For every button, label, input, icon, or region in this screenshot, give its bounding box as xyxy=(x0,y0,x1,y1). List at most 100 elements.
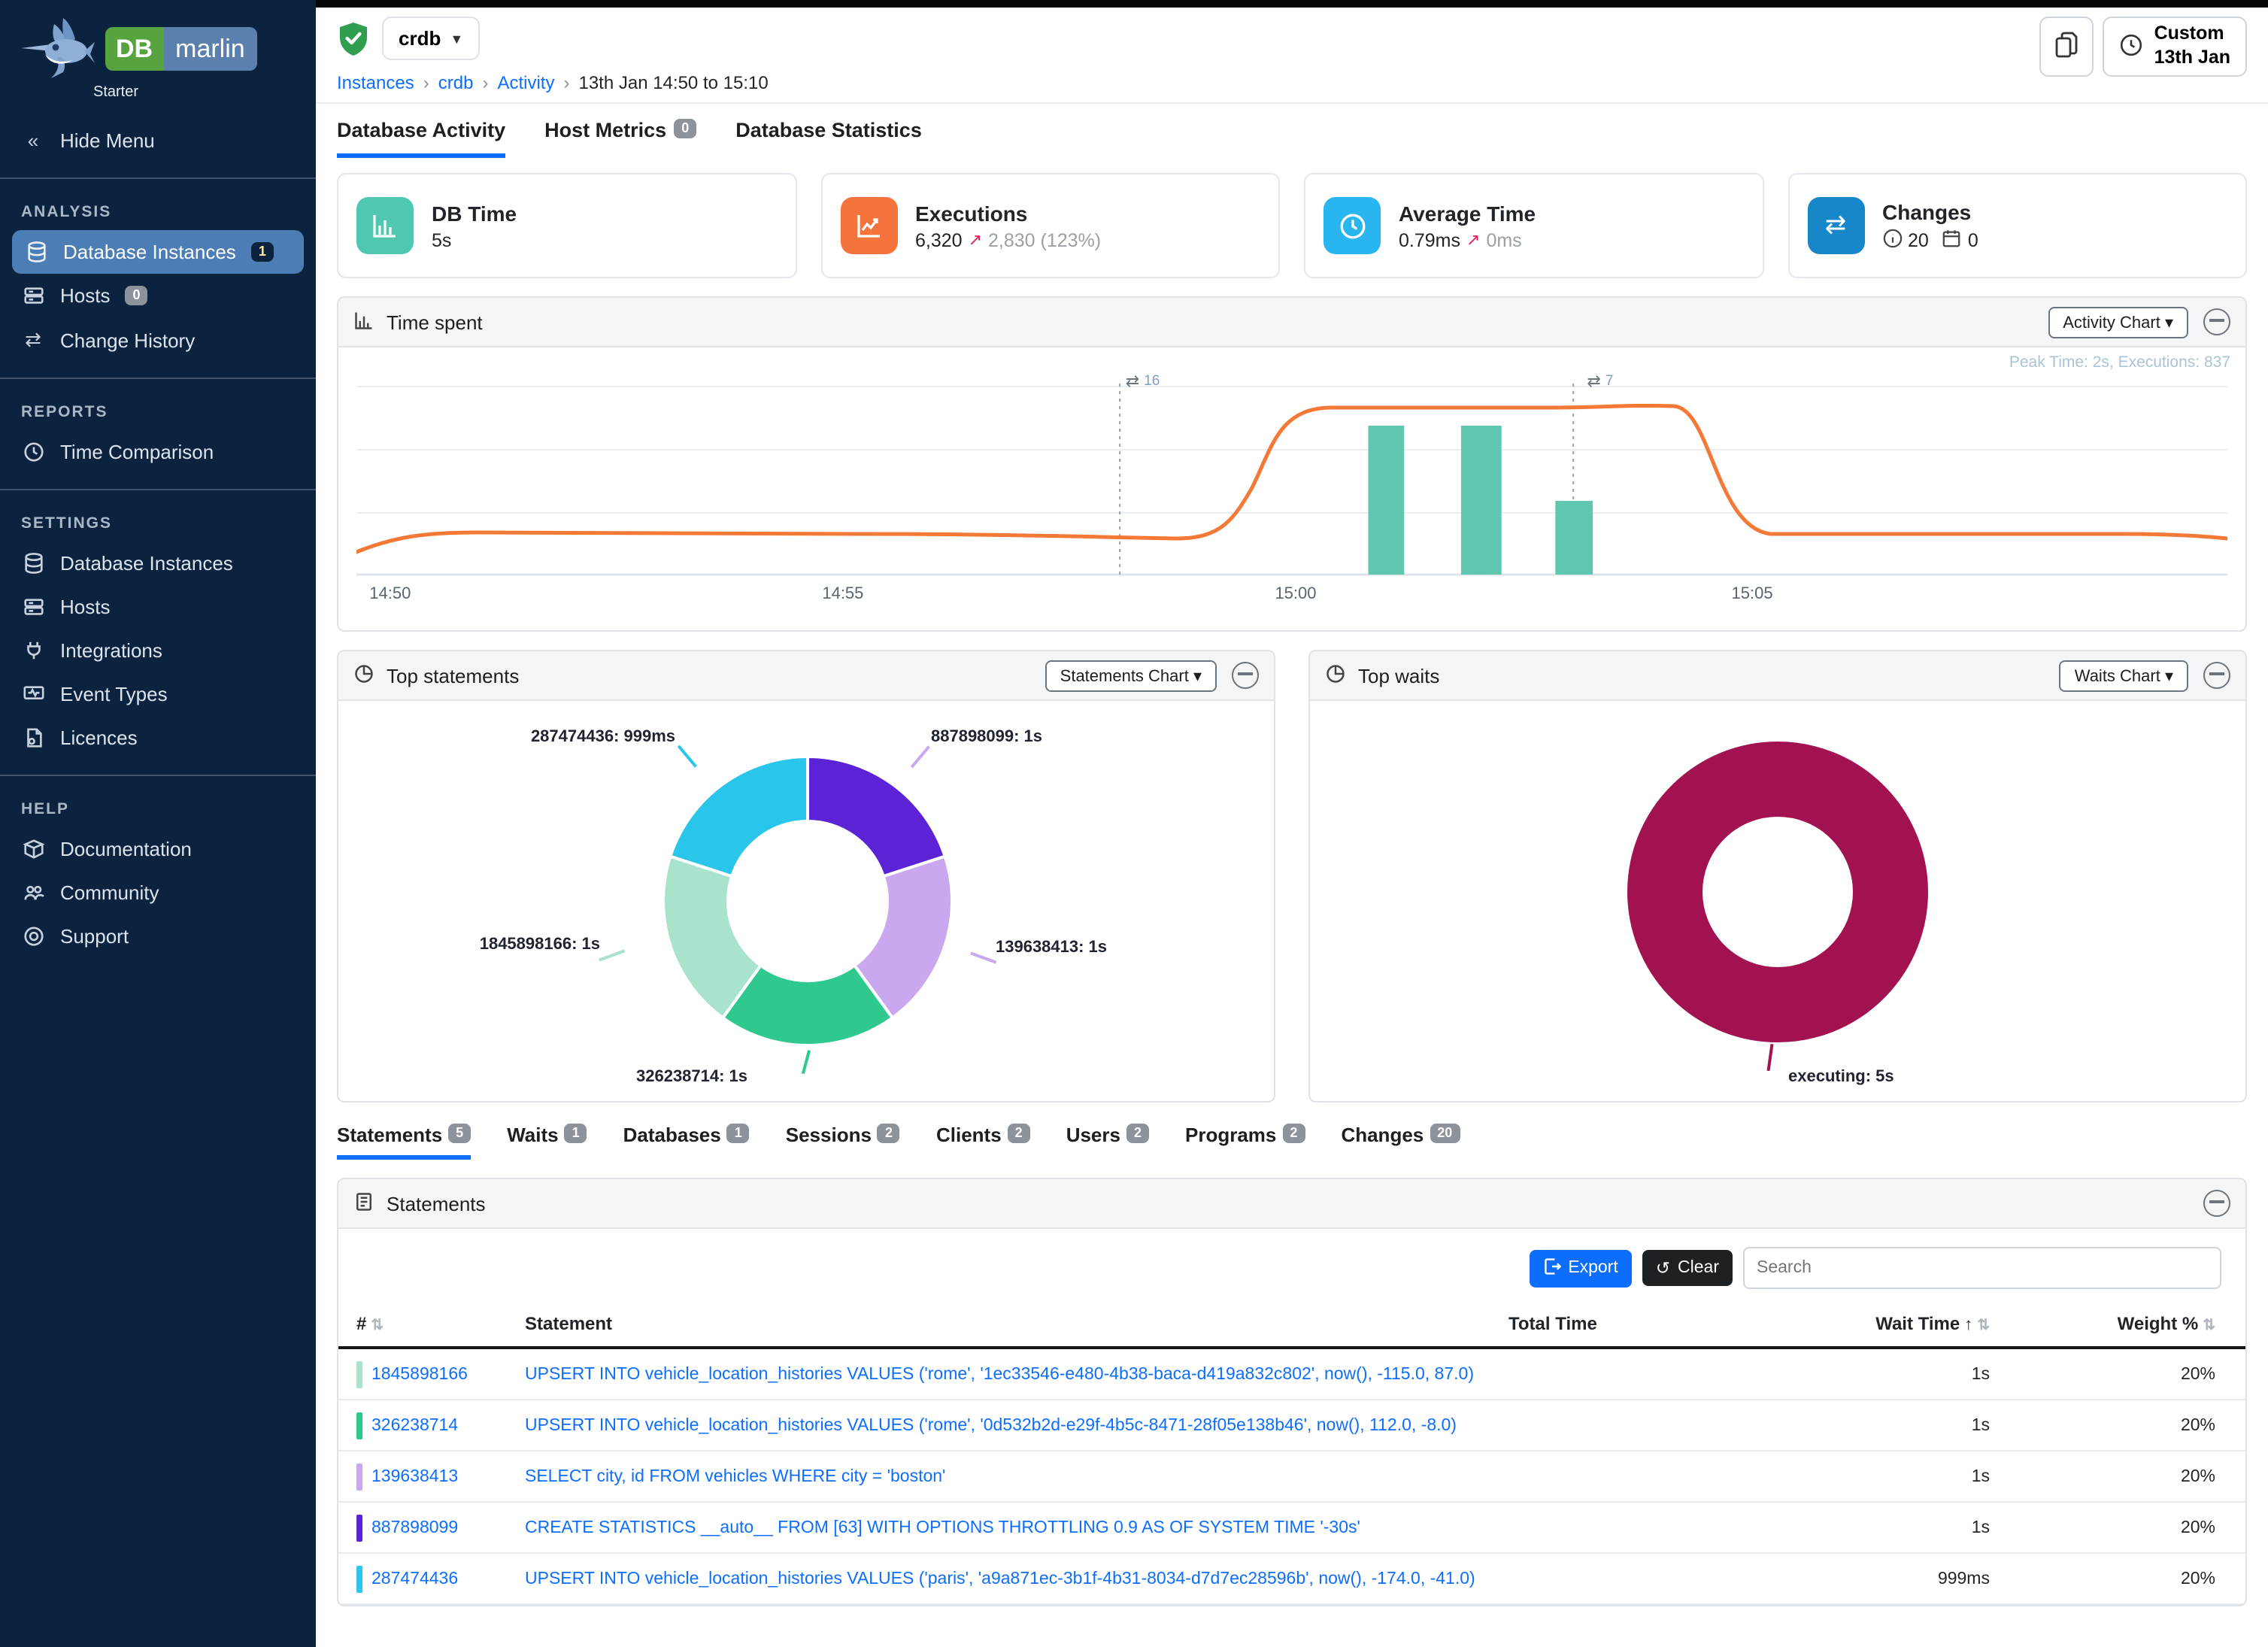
weight-value: 20% xyxy=(1990,1467,2215,1485)
tab-database-statistics[interactable]: Database Statistics xyxy=(735,119,922,158)
time-range-button[interactable]: Custom 13th Jan xyxy=(2103,17,2247,77)
donut-label-287474436: 287474436: 999ms xyxy=(531,728,675,746)
sidebar-item-label: Hosts xyxy=(60,284,110,307)
sidebar-item-change-history[interactable]: ⇄ Change History xyxy=(0,317,316,362)
sidebar-divider xyxy=(0,378,316,379)
col-id[interactable]: #⇅ xyxy=(356,1313,525,1334)
breadcrumb-instances[interactable]: Instances xyxy=(337,72,414,93)
statement-link[interactable]: UPSERT INTO vehicle_location_histories V… xyxy=(525,1416,1481,1434)
tab-databases[interactable]: Databases 1 xyxy=(623,1124,750,1160)
sidebar-divider xyxy=(0,177,316,179)
sidebar-item-time-comparison[interactable]: Time Comparison xyxy=(0,430,316,474)
sidebar-item-documentation[interactable]: Documentation xyxy=(0,827,316,871)
time-range-line2: 13th Jan xyxy=(2154,47,2230,68)
collapse-panel-button[interactable] xyxy=(2203,662,2230,689)
brand-db: DB xyxy=(105,26,163,70)
edition-label: Starter xyxy=(93,84,301,101)
change-marker-2[interactable]: ⇄ 7 xyxy=(1587,372,1613,391)
sidebar-item-integrations[interactable]: Integrations xyxy=(0,629,316,672)
top-waits-donut[interactable] xyxy=(1623,737,1933,1047)
statement-id-link[interactable]: 139638413 xyxy=(371,1467,458,1485)
top-statements-donut[interactable] xyxy=(657,743,958,1059)
time-spent-panel: Time spent Activity Chart ▾ Peak Time: 2… xyxy=(337,296,2247,632)
charts-row: Top statements Statements Chart ▾ xyxy=(337,650,2247,1103)
col-wait-time[interactable]: Wait Time↑⇅ xyxy=(1734,1313,1990,1334)
statement-id-link[interactable]: 326238714 xyxy=(371,1416,458,1434)
tab-clients[interactable]: Clients 2 xyxy=(936,1124,1030,1160)
breadcrumb-crdb[interactable]: crdb xyxy=(438,72,474,93)
sidebar-item-settings-database-instances[interactable]: Database Instances xyxy=(0,541,316,585)
sort-asc-icon: ↑ xyxy=(1964,1316,1972,1334)
search-input[interactable] xyxy=(1743,1247,2221,1289)
sidebar-item-support[interactable]: Support xyxy=(0,914,316,958)
instance-selector[interactable]: crdb ▼ xyxy=(382,17,480,60)
sidebar-item-event-types[interactable]: Event Types xyxy=(0,672,316,716)
export-icon xyxy=(1542,1257,1560,1279)
card-db-time: DB Time 5s xyxy=(337,173,796,278)
sidebar-item-database-instances[interactable]: Database Instances 1 xyxy=(12,230,304,274)
export-button[interactable]: Export xyxy=(1529,1249,1632,1287)
donut-label-1845898166: 1845898166: 1s xyxy=(480,936,600,954)
tab-host-metrics[interactable]: Host Metrics 0 xyxy=(544,119,696,158)
time-spent-svg[interactable] xyxy=(356,369,2227,576)
col-statement[interactable]: Statement xyxy=(525,1313,1508,1334)
col-weight[interactable]: Weight %⇅ xyxy=(1990,1313,2215,1334)
tab-database-activity[interactable]: Database Activity xyxy=(337,119,505,158)
donut-slice-887898099[interactable] xyxy=(808,757,945,876)
sidebar-item-label: Community xyxy=(60,881,159,904)
collapse-panel-button[interactable] xyxy=(2203,1190,2230,1217)
statement-link[interactable]: SELECT city, id FROM vehicles WHERE city… xyxy=(525,1467,1481,1485)
chevron-down-icon: ▼ xyxy=(450,31,463,46)
statement-link[interactable]: CREATE STATISTICS __auto__ FROM [63] WIT… xyxy=(525,1518,1481,1536)
clock-icon xyxy=(21,441,45,463)
change-marker-1[interactable]: ⇄ 16 xyxy=(1126,372,1160,391)
sidebar-item-licences[interactable]: Licences xyxy=(0,716,316,760)
top-waits-chart: executing: 5s xyxy=(1310,701,2245,1101)
tab-statements[interactable]: Statements 5 xyxy=(337,1124,471,1160)
time-spent-chart[interactable]: Peak Time: 2s, Executions: 837 ⇄ 16 xyxy=(338,347,2245,630)
hide-menu-button[interactable]: « Hide Menu xyxy=(0,119,316,162)
clear-button[interactable]: ↺ Clear xyxy=(1642,1250,1733,1286)
sidebar-item-settings-hosts[interactable]: Hosts xyxy=(0,585,316,629)
statement-id-link[interactable]: 887898099 xyxy=(371,1518,458,1536)
breadcrumb-activity[interactable]: Activity xyxy=(497,72,554,93)
card-title: DB Time xyxy=(432,201,517,225)
brand-marlin: marlin xyxy=(163,26,257,70)
statement-link[interactable]: UPSERT INTO vehicle_location_histories V… xyxy=(525,1365,1481,1383)
collapse-panel-button[interactable] xyxy=(2203,308,2230,335)
tab-users[interactable]: Users 2 xyxy=(1066,1124,1149,1160)
tab-waits[interactable]: Waits 1 xyxy=(507,1124,587,1160)
statements-chart-select[interactable]: Statements Chart ▾ xyxy=(1045,660,1217,691)
donut-slice-287474436[interactable] xyxy=(670,757,808,876)
trend-up-icon: ↗ xyxy=(969,230,982,250)
col-total-time[interactable]: Total Time xyxy=(1508,1313,1734,1334)
sidebar-item-hosts[interactable]: Hosts 0 xyxy=(0,274,316,317)
weight-value: 20% xyxy=(1990,1416,2215,1434)
bar-chart-icon xyxy=(353,309,374,335)
export-label: Export xyxy=(1568,1259,1618,1277)
package-icon xyxy=(21,838,45,860)
time-spent-header: Time spent Activity Chart ▾ xyxy=(338,298,2245,347)
waits-chart-select[interactable]: Waits Chart ▾ xyxy=(2060,660,2188,691)
trend-up-icon: ↗ xyxy=(1466,230,1480,250)
tab-sessions[interactable]: Sessions 2 xyxy=(786,1124,900,1160)
tab-programs[interactable]: Programs 2 xyxy=(1185,1124,1305,1160)
statement-id-link[interactable]: 1845898166 xyxy=(371,1365,468,1383)
tab-changes[interactable]: Changes 20 xyxy=(1341,1124,1460,1160)
donut-label-887898099: 887898099: 1s xyxy=(931,728,1042,746)
sidebar-item-label: Support xyxy=(60,925,129,948)
brand-logo[interactable]: DBmarlin Starter xyxy=(0,0,316,110)
sidebar-item-label: Documentation xyxy=(60,838,192,860)
copy-link-button[interactable] xyxy=(2040,17,2094,77)
statement-link[interactable]: UPSERT INTO vehicle_location_histories V… xyxy=(525,1570,1481,1588)
sidebar-item-label: Licences xyxy=(60,726,138,749)
table-row: 139638413 SELECT city, id FROM vehicles … xyxy=(338,1451,2245,1503)
instances-count-badge: 1 xyxy=(251,242,274,262)
sidebar-item-label: Database Instances xyxy=(60,552,233,575)
collapse-panel-button[interactable] xyxy=(1232,662,1259,689)
statement-id-link[interactable]: 287474436 xyxy=(371,1570,458,1588)
activity-chart-select[interactable]: Activity Chart ▾ xyxy=(2048,306,2188,338)
sidebar-item-community[interactable]: Community xyxy=(0,871,316,914)
donut-slice-executing[interactable] xyxy=(1665,779,1891,1005)
x-tick: 15:00 xyxy=(1275,585,1316,603)
